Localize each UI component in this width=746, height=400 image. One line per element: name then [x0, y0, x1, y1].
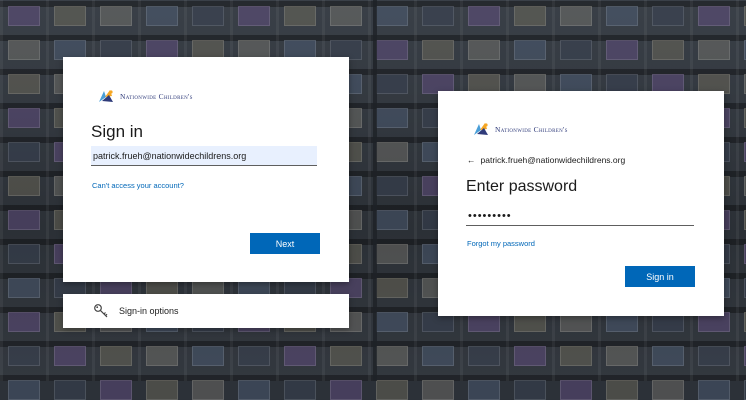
logo-mark-icon	[99, 90, 113, 102]
building-window	[376, 74, 408, 94]
building-window	[652, 346, 684, 366]
signin-button[interactable]: Sign in	[625, 266, 695, 287]
building-window	[560, 40, 592, 60]
building-window	[284, 380, 316, 400]
back-arrow-icon[interactable]: ←	[467, 155, 476, 165]
building-window	[376, 6, 408, 26]
building-window	[698, 380, 730, 400]
building-window	[330, 6, 362, 26]
building-window	[330, 346, 362, 366]
cant-access-account-link[interactable]: Can't access your account?	[92, 181, 184, 190]
building-window	[238, 380, 270, 400]
building-window	[146, 380, 178, 400]
building-window	[284, 6, 316, 26]
building-window	[422, 40, 454, 60]
building-window	[468, 40, 500, 60]
building-window	[8, 244, 40, 264]
building-window	[8, 40, 40, 60]
building-window	[560, 6, 592, 26]
building-window	[8, 380, 40, 400]
building-window	[192, 380, 224, 400]
logo-text: Nationwide Children's	[120, 91, 193, 101]
building-window	[376, 380, 408, 400]
building-window	[652, 380, 684, 400]
building-window	[376, 108, 408, 128]
building-window	[284, 346, 316, 366]
building-window	[8, 6, 40, 26]
building-window	[8, 346, 40, 366]
building-window	[146, 346, 178, 366]
next-button[interactable]: Next	[250, 233, 320, 254]
building-window	[514, 380, 546, 400]
building-window	[606, 6, 638, 26]
building-window	[422, 380, 454, 400]
building-window	[8, 312, 40, 332]
building-window	[8, 278, 40, 298]
building-window	[376, 210, 408, 230]
building-window	[468, 380, 500, 400]
building-window	[606, 40, 638, 60]
signin-card: Nationwide Children's Sign in Can't acce…	[63, 57, 349, 282]
building-window	[8, 176, 40, 196]
building-window	[100, 346, 132, 366]
key-icon	[94, 304, 108, 318]
building-window	[652, 6, 684, 26]
building-window	[698, 40, 730, 60]
building-window	[376, 278, 408, 298]
building-window	[8, 142, 40, 162]
brand-logo: Nationwide Children's	[471, 121, 568, 137]
building-window	[422, 6, 454, 26]
building-window	[376, 312, 408, 332]
building-window	[54, 346, 86, 366]
password-field[interactable]	[466, 206, 694, 226]
building-window	[330, 380, 362, 400]
building-window	[100, 6, 132, 26]
building-window	[192, 6, 224, 26]
screenshot-divider	[373, 0, 377, 381]
page-title: Enter password	[466, 178, 578, 195]
building-window	[376, 346, 408, 366]
building-window	[376, 176, 408, 196]
building-window	[560, 380, 592, 400]
building-window	[514, 40, 546, 60]
building-window	[376, 142, 408, 162]
building-window	[606, 380, 638, 400]
building-window	[514, 346, 546, 366]
building-window	[376, 244, 408, 264]
signin-options-label: Sign-in options	[119, 306, 179, 316]
password-card: Nationwide Children's ← patrick.frueh@na…	[438, 91, 724, 316]
building-window	[238, 6, 270, 26]
signin-options-button[interactable]: Sign-in options	[63, 294, 349, 328]
building-window	[652, 40, 684, 60]
building-window	[146, 6, 178, 26]
page-title: Sign in	[91, 122, 143, 141]
building-window	[422, 346, 454, 366]
building-window	[698, 6, 730, 26]
building-window	[238, 346, 270, 366]
forgot-password-link[interactable]: Forgot my password	[467, 239, 535, 248]
building-window	[468, 346, 500, 366]
building-window	[192, 346, 224, 366]
building-window	[54, 6, 86, 26]
building-window	[376, 40, 408, 60]
building-window	[468, 6, 500, 26]
building-window	[8, 108, 40, 128]
brand-logo: Nationwide Children's	[96, 88, 193, 104]
building-window	[514, 6, 546, 26]
building-window	[8, 74, 40, 94]
logo-text: Nationwide Children's	[495, 124, 568, 134]
logo-mark-icon	[474, 123, 488, 135]
building-window	[698, 346, 730, 366]
building-window	[54, 380, 86, 400]
identity-back-link[interactable]: ← patrick.frueh@nationwidechildrens.org	[467, 155, 625, 165]
email-field[interactable]	[91, 146, 317, 166]
building-window	[606, 346, 638, 366]
building-window	[100, 380, 132, 400]
building-window	[8, 210, 40, 230]
building-window	[560, 346, 592, 366]
identity-email: patrick.frueh@nationwidechildrens.org	[480, 155, 626, 165]
